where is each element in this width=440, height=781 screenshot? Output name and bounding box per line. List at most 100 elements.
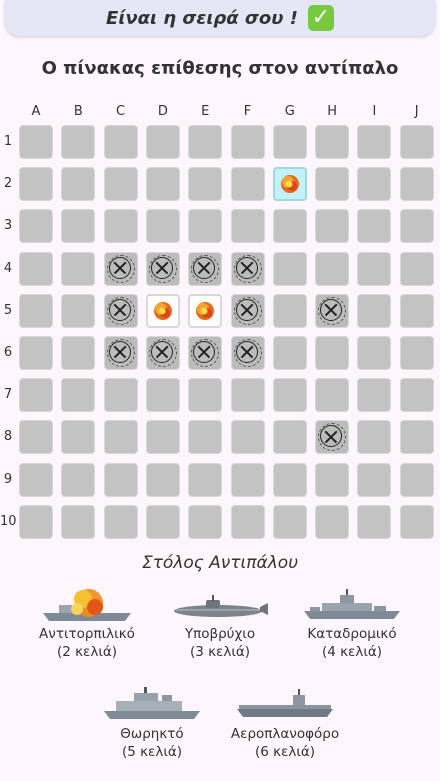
grid-cell-j7[interactable] [399,378,434,413]
grid-cell-c10[interactable] [103,504,138,539]
grid-cell-j10[interactable] [399,504,434,539]
grid-cell-e8[interactable] [188,420,223,455]
grid-cell-g6[interactable] [272,336,307,370]
grid-cell-c7[interactable] [103,378,138,413]
grid-cell-i7[interactable] [357,378,392,413]
grid-cell-j5[interactable] [399,293,434,328]
grid-cell-f5[interactable] [230,293,265,328]
grid-cell-d9[interactable] [145,462,180,497]
grid-cell-g10[interactable] [272,504,307,539]
grid-cell-c2[interactable] [103,167,138,202]
grid-cell-e7[interactable] [188,378,223,413]
grid-cell-d10[interactable] [145,504,180,539]
grid-cell-g1[interactable] [272,125,307,159]
grid-cell-c6[interactable] [103,336,138,370]
grid-cell-h6[interactable] [315,336,350,370]
grid-cell-h9[interactable] [315,462,350,497]
grid-cell-i1[interactable] [357,125,392,159]
grid-cell-i9[interactable] [357,462,392,497]
grid-cell-h5[interactable] [315,293,350,328]
grid-cell-b9[interactable] [61,462,96,497]
grid-cell-a6[interactable] [19,336,53,370]
grid-cell-a1[interactable] [19,125,53,159]
grid-cell-h3[interactable] [315,209,350,244]
grid-cell-a2[interactable] [19,167,53,202]
grid-cell-c8[interactable] [103,420,138,455]
grid-cell-e4[interactable] [188,251,223,286]
grid-cell-e10[interactable] [188,504,223,539]
grid-cell-g5[interactable] [272,293,307,328]
grid-cell-f4[interactable] [230,251,265,286]
grid-cell-e1[interactable] [188,125,223,159]
grid-cell-h7[interactable] [315,378,350,413]
grid-cell-j6[interactable] [399,336,434,370]
grid-cell-j4[interactable] [399,251,434,286]
grid-cell-a4[interactable] [19,251,53,286]
grid-cell-g3[interactable] [272,209,307,244]
grid-cell-j3[interactable] [399,209,434,244]
grid-cell-d7[interactable] [145,378,180,413]
grid-cell-b3[interactable] [61,209,96,244]
grid-cell-f3[interactable] [230,209,265,244]
grid-cell-c5[interactable] [103,293,138,328]
grid-cell-e3[interactable] [188,209,223,244]
grid-cell-a9[interactable] [19,462,53,497]
grid-cell-c1[interactable] [103,125,138,159]
grid-cell-d1[interactable] [145,125,180,159]
grid-cell-f10[interactable] [230,504,265,539]
grid-cell-h1[interactable] [315,125,350,159]
grid-cell-d2[interactable] [145,167,180,202]
grid-cell-i6[interactable] [357,336,392,370]
grid-cell-h4[interactable] [315,251,350,286]
grid-cell-d4[interactable] [145,251,180,286]
grid-cell-g9[interactable] [272,462,307,497]
grid-cell-b1[interactable] [61,125,96,159]
grid-cell-g7[interactable] [272,378,307,413]
grid-cell-i5[interactable] [357,293,392,328]
grid-cell-i2[interactable] [357,167,392,202]
grid-cell-j8[interactable] [399,420,434,455]
grid-cell-a5[interactable] [19,293,53,328]
grid-cell-e5[interactable] [188,293,223,328]
grid-cell-b6[interactable] [61,336,96,370]
grid-cell-h2[interactable] [315,167,350,202]
grid-cell-e2[interactable] [188,167,223,202]
grid-cell-g2[interactable] [272,167,307,202]
grid-cell-c4[interactable] [103,251,138,286]
grid-cell-a3[interactable] [19,209,53,244]
grid-cell-b4[interactable] [61,251,96,286]
grid-cell-i8[interactable] [357,420,392,455]
grid-cell-i4[interactable] [357,251,392,286]
grid-cell-b2[interactable] [61,167,96,202]
grid-cell-b8[interactable] [61,420,96,455]
grid-cell-f8[interactable] [230,420,265,455]
grid-cell-h10[interactable] [315,504,350,539]
grid-cell-j2[interactable] [399,167,434,202]
grid-cell-d8[interactable] [145,420,180,455]
grid-cell-f2[interactable] [230,167,265,202]
grid-cell-f6[interactable] [230,336,265,370]
grid-cell-f7[interactable] [230,378,265,413]
grid-cell-j9[interactable] [399,462,434,497]
grid-cell-a8[interactable] [19,420,53,455]
grid-cell-b5[interactable] [61,293,96,328]
grid-cell-c9[interactable] [103,462,138,497]
grid-cell-i10[interactable] [357,504,392,539]
grid-cell-f9[interactable] [230,462,265,497]
grid-cell-a7[interactable] [19,378,53,413]
grid-cell-e9[interactable] [188,462,223,497]
grid-cell-g4[interactable] [272,251,307,286]
grid-cell-d5[interactable] [145,293,180,328]
grid-cell-b10[interactable] [61,504,96,539]
grid-cell-c3[interactable] [103,209,138,244]
grid-cell-d3[interactable] [145,209,180,244]
grid-cell-i3[interactable] [357,209,392,244]
grid-cell-b7[interactable] [61,378,96,413]
grid-cell-h8[interactable] [315,420,350,455]
grid-cell-e6[interactable] [188,336,223,370]
grid-cell-a10[interactable] [19,504,53,539]
grid-cell-g8[interactable] [272,420,307,455]
grid-cell-d6[interactable] [145,336,180,370]
grid-cell-f1[interactable] [230,125,265,159]
grid-cell-j1[interactable] [399,125,434,159]
